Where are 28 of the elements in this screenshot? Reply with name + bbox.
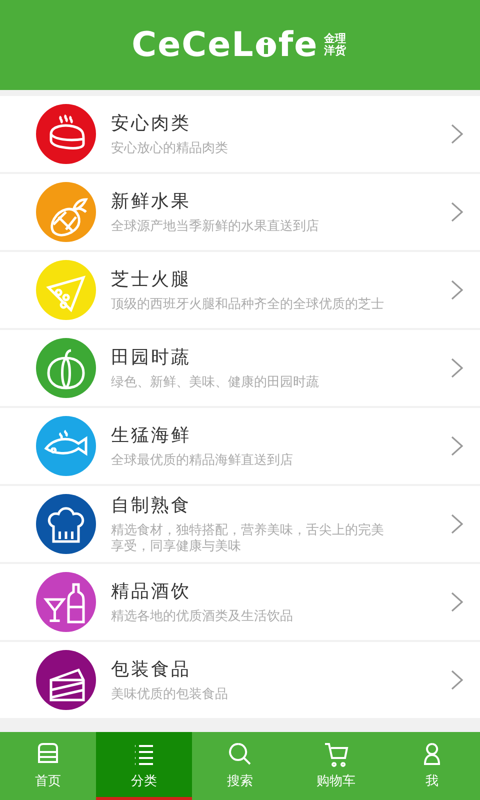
category-item[interactable]: 生猛海鲜 全球最优质的精品海鲜直送到店 [0,408,480,484]
category-title: 包装食品 [111,658,192,682]
category-item[interactable]: 田园时蔬 绿色、新鲜、美味、健康的田园时蔬 [0,330,480,406]
category-title: 生猛海鲜 [111,424,192,448]
category-title: 安心肉类 [111,112,192,136]
app-logo: fe [278,25,318,65]
app-logo: CeCeL [132,25,254,65]
category-description: 美味优质的包装食品 [111,687,229,703]
category-item[interactable]: 自制熟食 精选食材，独特搭配，营养美味，舌尖上的完美享受，同享健康与美味 [0,486,480,562]
category-title: 新鲜水果 [111,190,192,214]
category-description: 顶级的西班牙火腿和品种齐全的全球优质的芝士 [111,297,385,313]
category-item[interactable]: 精品酒饮 精选各地的优质酒类及生活饮品 [0,564,480,640]
category-description: 精选各地的优质酒类及生活饮品 [111,609,294,625]
logo-subtitle: 金理洋货 [324,32,348,58]
category-item[interactable]: 包装食品 美味优质的包装食品 [0,642,480,718]
category-description: 全球最优质的精品海鲜直送到店 [111,453,294,469]
category-title: 精品酒饮 [111,580,192,604]
category-title: 自制熟食 [111,494,192,518]
category-description: 安心放心的精品肉类 [111,141,229,157]
category-description: 绿色、新鲜、美味、健康的田园时蔬 [111,375,320,391]
category-title: 田园时蔬 [111,346,192,370]
category-description: 全球源产地当季新鲜的水果直送到店 [111,219,320,235]
category-item[interactable]: 新鲜水果 全球源产地当季新鲜的水果直送到店 [0,174,480,250]
category-title: 芝士火腿 [111,268,192,292]
category-item[interactable]: 安心肉类 安心放心的精品肉类 [0,96,480,172]
category-description: 精选食材，独特搭配，营养美味，舌尖上的完美享受，同享健康与美味 [111,523,385,555]
nav-tab[interactable]: 分类 [96,732,192,800]
category-item[interactable]: 芝士火腿 顶级的西班牙火腿和品种齐全的全球优质的芝士 [0,252,480,328]
